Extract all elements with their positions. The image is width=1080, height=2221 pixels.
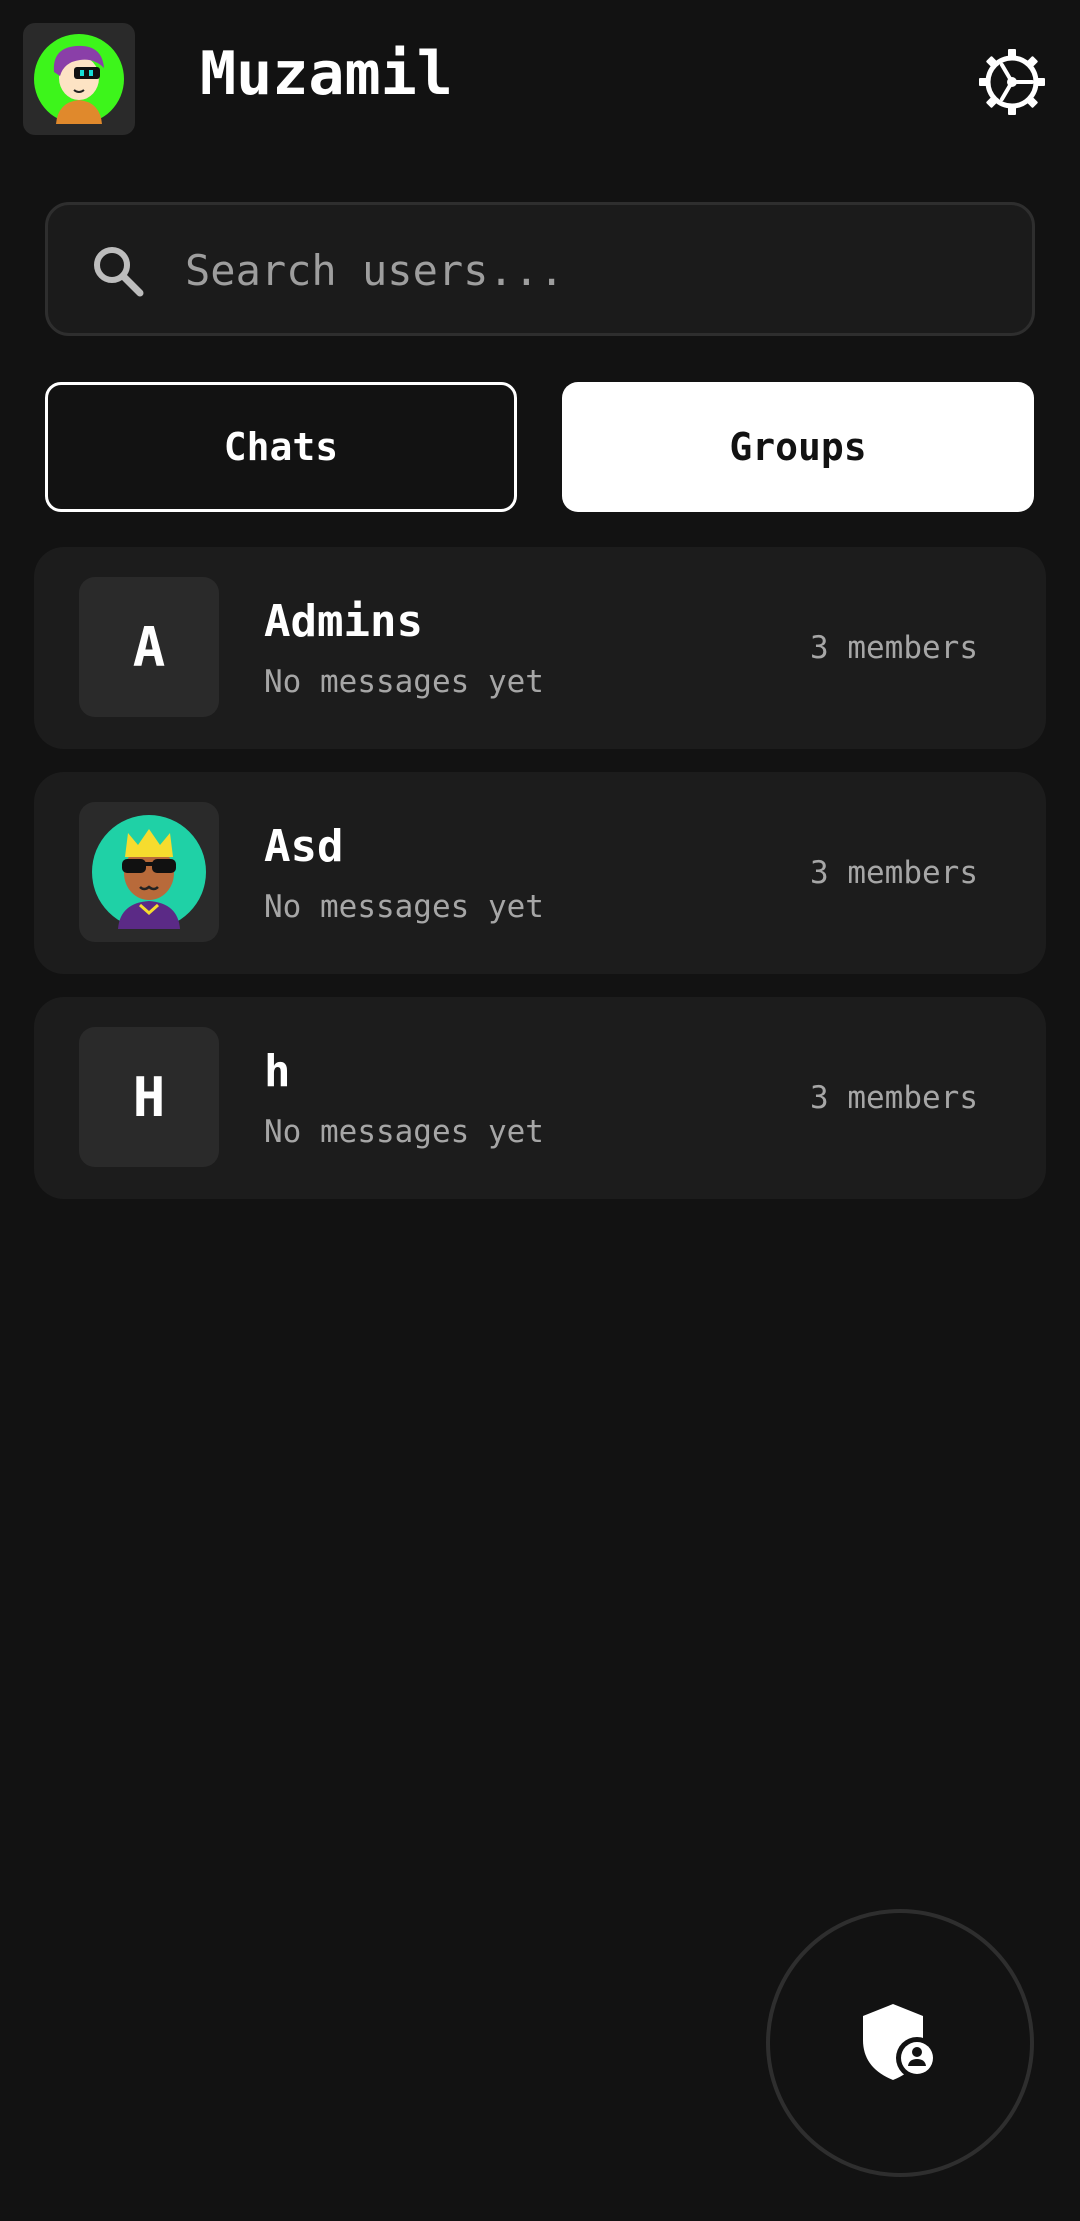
user-name: Muzamil bbox=[200, 39, 453, 109]
settings-button[interactable] bbox=[972, 42, 1052, 122]
tab-groups[interactable]: Groups bbox=[562, 382, 1034, 512]
admin-fab-button[interactable] bbox=[766, 1909, 1034, 2177]
group-avatar: H bbox=[79, 1027, 219, 1167]
gear-icon bbox=[979, 49, 1045, 115]
group-member-count: 3 members bbox=[810, 855, 978, 891]
group-name: h bbox=[264, 1046, 291, 1097]
search-icon bbox=[94, 247, 144, 297]
group-item-asd[interactable]: Asd No messages yet 3 members bbox=[34, 772, 1046, 974]
group-name: Asd bbox=[264, 821, 344, 872]
group-last-message: No messages yet bbox=[264, 889, 544, 925]
admin-shield-icon bbox=[863, 2004, 938, 2080]
profile-avatar-button[interactable] bbox=[23, 23, 135, 135]
tab-chats[interactable]: Chats bbox=[45, 382, 517, 512]
search-box[interactable] bbox=[45, 202, 1035, 336]
group-member-count: 3 members bbox=[810, 630, 978, 666]
group-last-message: No messages yet bbox=[264, 1114, 544, 1150]
group-last-message: No messages yet bbox=[264, 664, 544, 700]
group-avatar bbox=[79, 802, 219, 942]
group-item-h[interactable]: H h No messages yet 3 members bbox=[34, 997, 1046, 1199]
group-avatar: A bbox=[79, 577, 219, 717]
user-avatar-icon bbox=[34, 34, 124, 124]
group-item-admins[interactable]: A Admins No messages yet 3 members bbox=[34, 547, 1046, 749]
group-name: Admins bbox=[264, 596, 423, 647]
search-input[interactable] bbox=[183, 225, 1007, 315]
group-member-count: 3 members bbox=[810, 1080, 978, 1116]
group-avatar-icon bbox=[92, 815, 206, 929]
